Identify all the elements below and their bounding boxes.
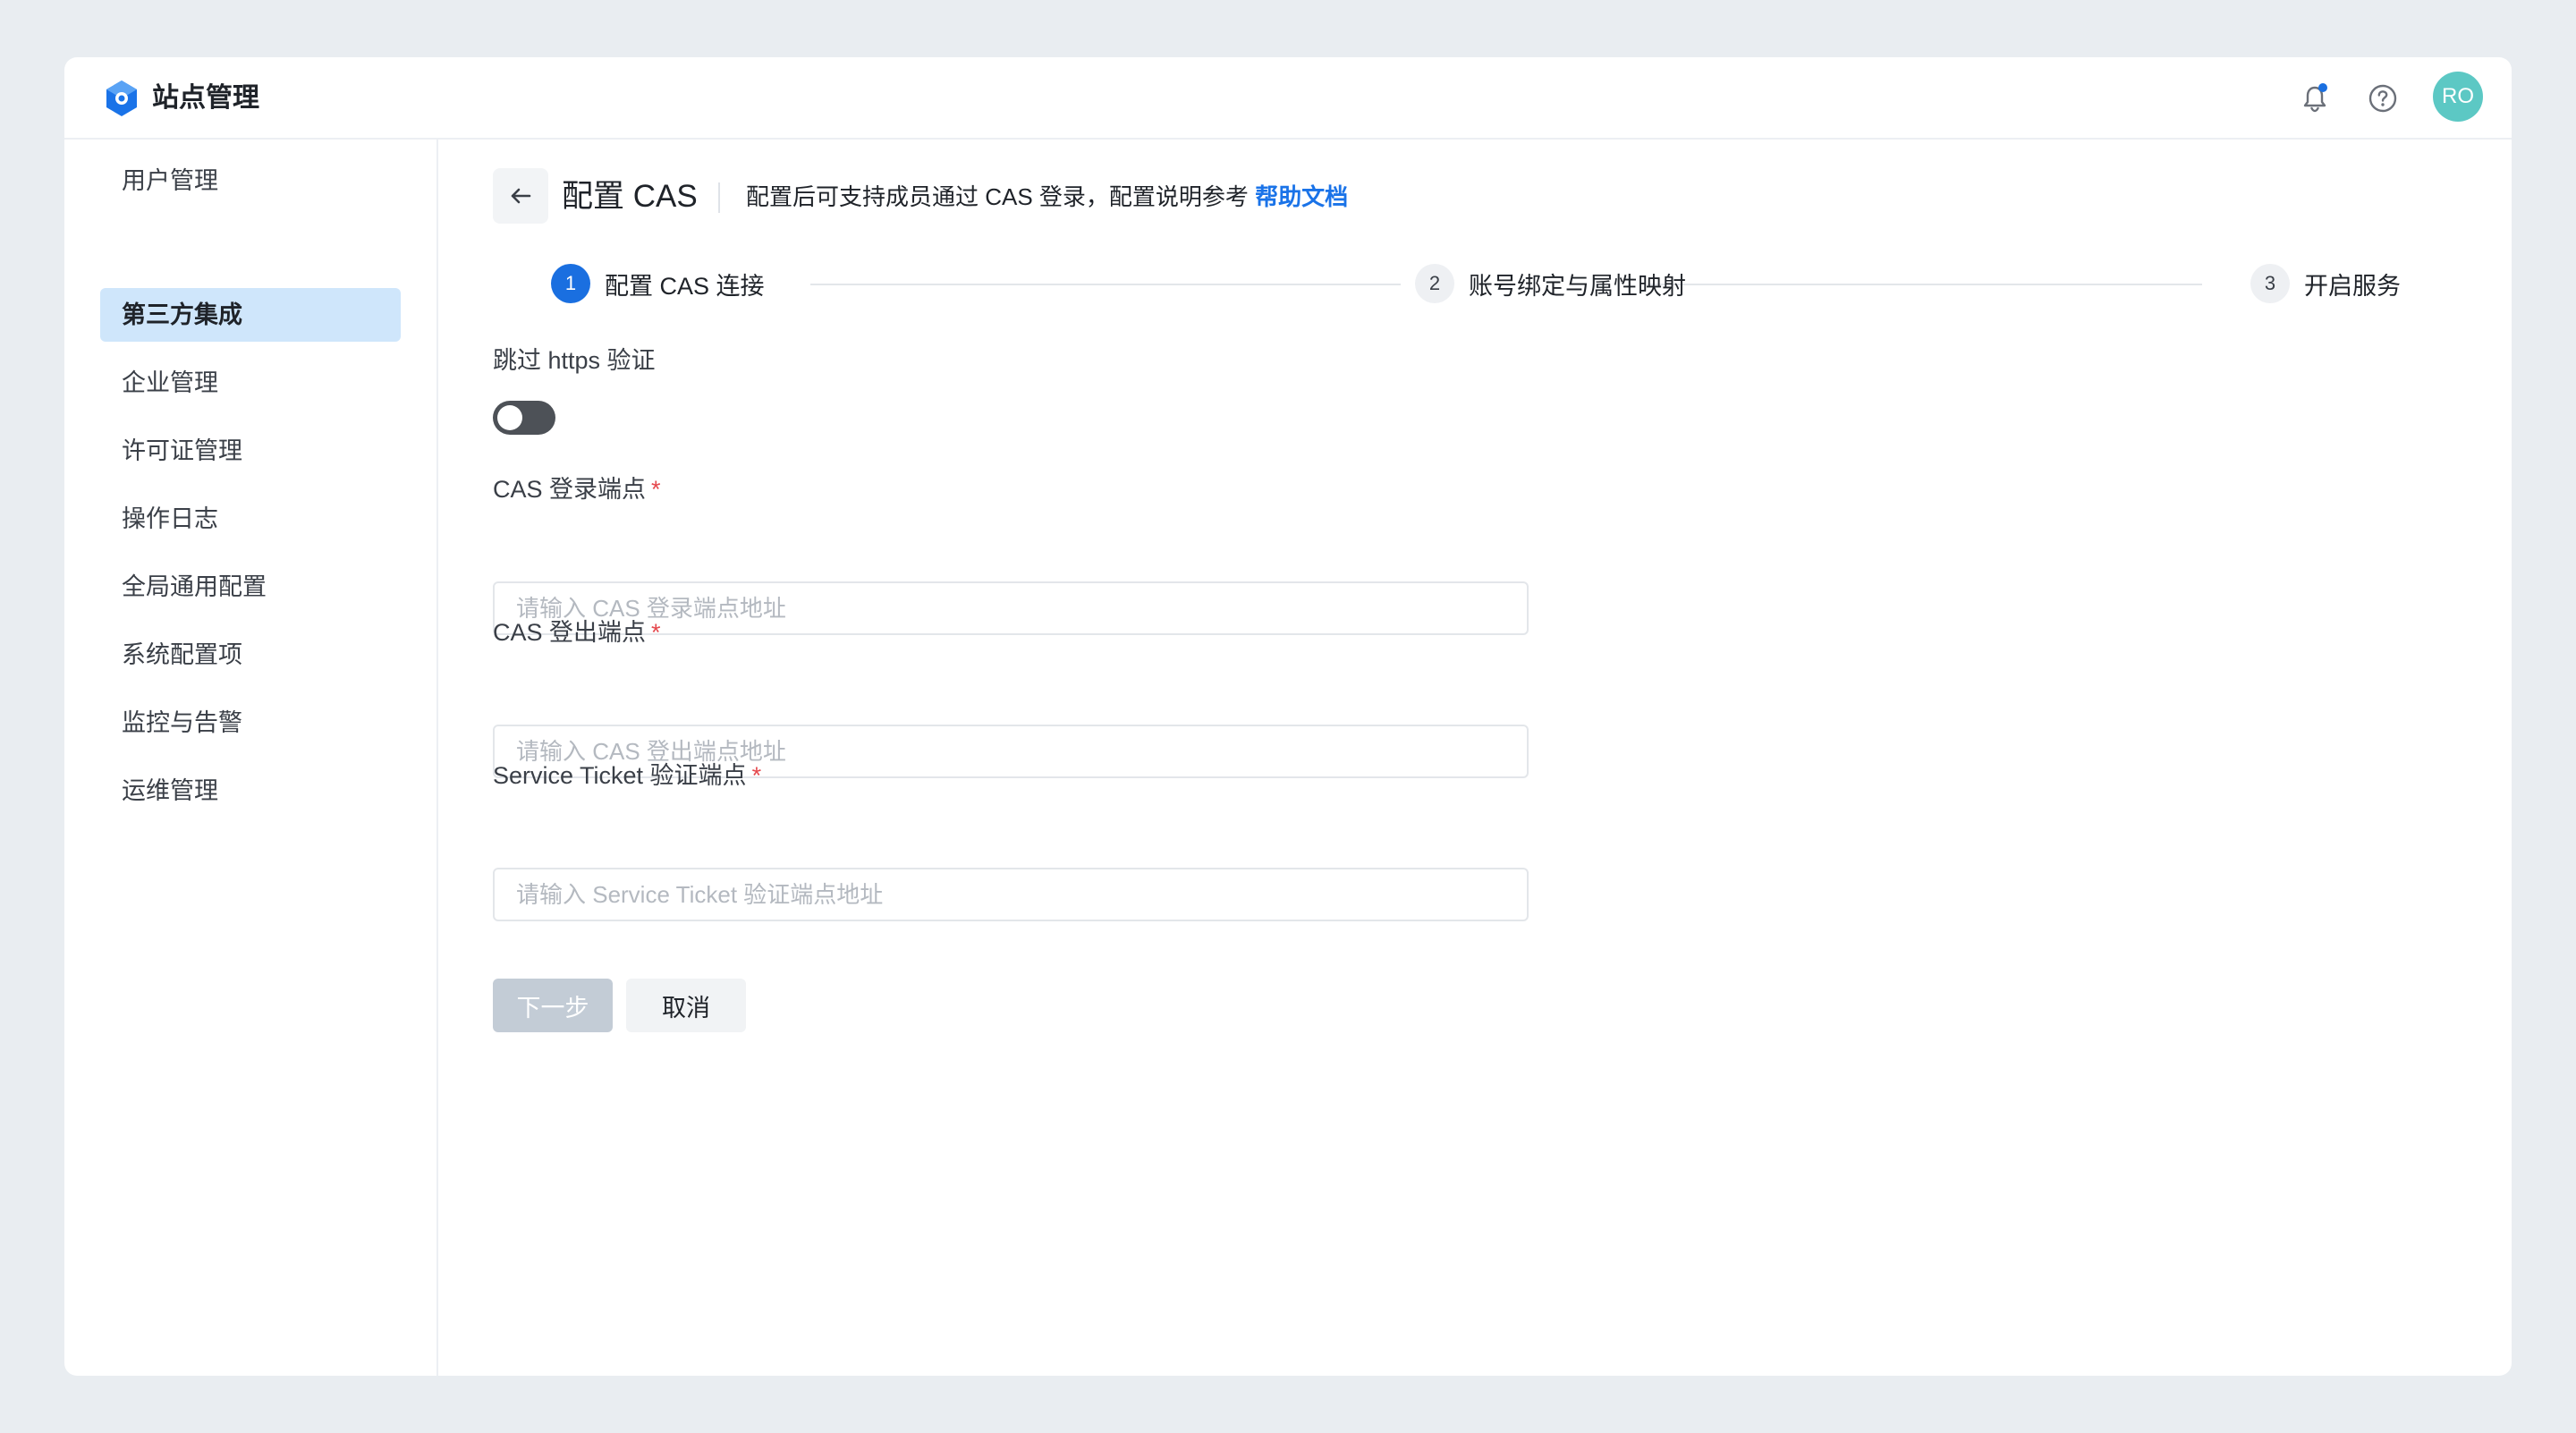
next-step-button[interactable]: 下一步 — [493, 979, 613, 1032]
step-1: 1 配置 CAS 连接 — [551, 263, 765, 304]
question-circle-icon — [2368, 84, 2397, 113]
step-label: 配置 CAS 连接 — [605, 272, 765, 300]
sidebar-item-ops[interactable]: 运维管理 — [100, 764, 401, 818]
sidebar-item-enterprise[interactable]: 企业管理 — [100, 356, 401, 410]
user-avatar[interactable]: RO — [2433, 72, 2483, 122]
app-logo-icon — [106, 81, 137, 116]
step-2: 2 账号绑定与属性映射 — [1415, 263, 1686, 304]
step-connector — [810, 284, 1401, 285]
sidebar: 用户管理 第三方集成 企业管理 许可证管理 操作日志 全局通用配置 系统配置项 … — [64, 140, 438, 1376]
notification-button[interactable] — [2295, 79, 2334, 118]
sidebar-item-global-config[interactable]: 全局通用配置 — [100, 560, 401, 614]
login-endpoint-label: CAS 登录端点 * — [493, 474, 661, 505]
required-mark: * — [651, 476, 661, 503]
page-description: 配置后可支持成员通过 CAS 登录，配置说明参考 帮助文档 — [746, 182, 1348, 211]
step-label: 账号绑定与属性映射 — [1469, 272, 1686, 300]
sidebar-item-system-config[interactable]: 系统配置项 — [100, 628, 401, 682]
step-connector — [1648, 284, 2202, 285]
step-number: 3 — [2250, 264, 2290, 303]
required-mark: * — [651, 619, 661, 646]
main-content: 配置 CAS 配置后可支持成员通过 CAS 登录，配置说明参考 帮助文档 1 配… — [440, 140, 2512, 1376]
sidebar-item-third-party-integration[interactable]: 第三方集成 — [100, 288, 401, 342]
app-title: 站点管理 — [152, 83, 259, 113]
app-window: 站点管理 RO 用户管理 第三方集成 企业管理 许可证管理 操作日志 全局通用配… — [64, 57, 2512, 1376]
description-text: 配置后可支持成员通过 CAS 登录，配置说明参考 — [746, 183, 1256, 210]
page-title: 配置 CAS — [562, 179, 698, 214]
title-divider — [718, 182, 720, 213]
top-bar: 站点管理 RO — [64, 57, 2512, 140]
step-3: 3 开启服务 — [2250, 263, 2401, 304]
notification-dot — [2318, 83, 2327, 92]
ticket-endpoint-label-text: Service Ticket 验证端点 — [493, 762, 747, 789]
required-mark: * — [751, 762, 762, 789]
bell-icon — [2303, 83, 2327, 113]
sidebar-item-operation-log[interactable]: 操作日志 — [100, 492, 401, 546]
sidebar-item-monitoring-alerts[interactable]: 监控与告警 — [100, 696, 401, 750]
ticket-endpoint-input[interactable] — [493, 868, 1529, 921]
ticket-endpoint-label: Service Ticket 验证端点 * — [493, 760, 761, 791]
help-doc-link[interactable]: 帮助文档 — [1255, 183, 1348, 210]
cancel-button[interactable]: 取消 — [626, 979, 746, 1032]
sidebar-item-license[interactable]: 许可证管理 — [100, 424, 401, 478]
help-button[interactable] — [2363, 79, 2402, 118]
logout-endpoint-label: CAS 登出端点 * — [493, 617, 661, 648]
arrow-left-icon — [511, 188, 531, 204]
stepper: 1 配置 CAS 连接 2 账号绑定与属性映射 3 开启服务 — [551, 259, 2512, 308]
step-number: 1 — [551, 264, 590, 303]
login-endpoint-label-text: CAS 登录端点 — [493, 476, 647, 503]
sidebar-item-users[interactable]: 用户管理 — [100, 154, 401, 208]
toggle-knob — [497, 405, 522, 430]
step-label: 开启服务 — [2304, 272, 2401, 300]
step-number: 2 — [1415, 264, 1454, 303]
back-button[interactable] — [493, 168, 548, 224]
skip-https-label: 跳过 https 验证 — [493, 347, 656, 374]
logout-endpoint-label-text: CAS 登出端点 — [493, 619, 647, 646]
skip-https-toggle[interactable] — [493, 401, 555, 435]
